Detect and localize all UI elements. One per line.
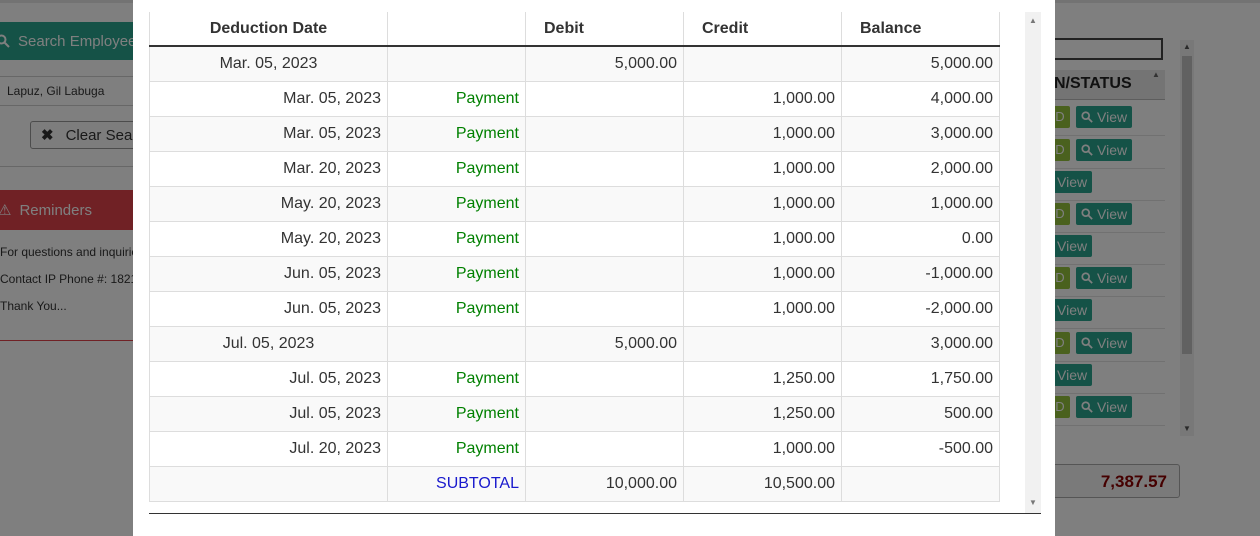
- column-header: Balance: [841, 12, 1000, 47]
- type-cell: [387, 45, 526, 82]
- deduction-date-cell: Jul. 20, 2023: [149, 430, 388, 467]
- table-row: Mar. 20, 2023 Payment 1,000.00 2,000.00: [149, 150, 1000, 187]
- column-header: Deduction Date: [149, 12, 388, 47]
- table-row: Mar. 05, 2023 Payment 1,000.00 3,000.00: [149, 115, 1000, 152]
- debit-cell: [525, 395, 684, 432]
- debit-cell: [525, 290, 684, 327]
- credit-cell: 1,000.00: [683, 150, 842, 187]
- balance-cell: -500.00: [841, 430, 1000, 467]
- credit-cell: 1,000.00: [683, 80, 842, 117]
- deduction-date-cell: Mar. 05, 2023: [149, 115, 388, 152]
- balance-cell: 3,000.00: [841, 115, 1000, 152]
- table-row: Jul. 05, 2023 Payment 1,250.00 1,750.00: [149, 360, 1000, 397]
- type-cell: Payment: [387, 185, 526, 222]
- empty-cell: [149, 465, 388, 502]
- debit-cell: 5,000.00: [525, 325, 684, 362]
- column-header: Debit: [525, 12, 684, 47]
- balance-cell: 2,000.00: [841, 150, 1000, 187]
- debit-cell: 5,000.00: [525, 45, 684, 82]
- empty-cell: [841, 465, 1000, 502]
- table-row: Jul. 05, 2023 5,000.00 3,000.00: [149, 325, 1000, 362]
- deduction-date-cell: Jul. 05, 2023: [149, 395, 388, 432]
- credit-cell: 1,000.00: [683, 255, 842, 292]
- subtotal-label: SUBTOTAL: [387, 465, 526, 502]
- balance-cell: 1,750.00: [841, 360, 1000, 397]
- debit-cell: [525, 80, 684, 117]
- type-cell: [387, 325, 526, 362]
- modal-scrollbar[interactable]: ▲ ▼: [1025, 12, 1041, 513]
- credit-cell: 1,000.00: [683, 290, 842, 327]
- type-cell: Payment: [387, 255, 526, 292]
- type-cell: Payment: [387, 80, 526, 117]
- credit-cell: 1,000.00: [683, 115, 842, 152]
- balance-cell: -1,000.00: [841, 255, 1000, 292]
- balance-cell: 3,000.00: [841, 325, 1000, 362]
- balance-cell: -2,000.00: [841, 290, 1000, 327]
- balance-cell: 1,000.00: [841, 185, 1000, 222]
- debit-cell: [525, 255, 684, 292]
- credit-cell: [683, 45, 842, 82]
- subtotal-row: SUBTOTAL 10,000.00 10,500.00: [149, 465, 1000, 502]
- debit-cell: [525, 185, 684, 222]
- deduction-date-cell: Mar. 05, 2023: [149, 45, 388, 82]
- table-row: Mar. 05, 2023 5,000.00 5,000.00: [149, 45, 1000, 82]
- type-cell: Payment: [387, 290, 526, 327]
- debit-cell: [525, 150, 684, 187]
- credit-cell: 1,000.00: [683, 185, 842, 222]
- table-row: Jul. 20, 2023 Payment 1,000.00 -500.00: [149, 430, 1000, 467]
- deduction-date-cell: Jul. 05, 2023: [149, 360, 388, 397]
- debit-cell: [525, 430, 684, 467]
- type-cell: Payment: [387, 360, 526, 397]
- scroll-down-icon[interactable]: ▼: [1025, 498, 1041, 507]
- balance-cell: 0.00: [841, 220, 1000, 257]
- type-cell: Payment: [387, 220, 526, 257]
- ledger-modal: Deduction Date Debit Credit Balance Mar.…: [133, 0, 1055, 536]
- subtotal-credit: 10,500.00: [683, 465, 842, 502]
- deduction-date-cell: May. 20, 2023: [149, 220, 388, 257]
- type-cell: Payment: [387, 395, 526, 432]
- deduction-date-cell: May. 20, 2023: [149, 185, 388, 222]
- balance-cell: 500.00: [841, 395, 1000, 432]
- table-header-row: Deduction Date Debit Credit Balance: [149, 12, 1000, 47]
- subtotal-debit: 10,000.00: [525, 465, 684, 502]
- deduction-date-cell: Jun. 05, 2023: [149, 255, 388, 292]
- column-header: Credit: [683, 12, 842, 47]
- credit-cell: 1,000.00: [683, 220, 842, 257]
- deduction-date-cell: Mar. 20, 2023: [149, 150, 388, 187]
- deduction-date-cell: Jul. 05, 2023: [149, 325, 388, 362]
- credit-cell: [683, 325, 842, 362]
- table-row: Jun. 05, 2023 Payment 1,000.00 -1,000.00: [149, 255, 1000, 292]
- debit-cell: [525, 360, 684, 397]
- deduction-date-cell: Jun. 05, 2023: [149, 290, 388, 327]
- table-row: May. 20, 2023 Payment 1,000.00 1,000.00: [149, 185, 1000, 222]
- ledger-table: Deduction Date Debit Credit Balance Mar.…: [149, 12, 1000, 502]
- type-cell: Payment: [387, 430, 526, 467]
- credit-cell: 1,250.00: [683, 395, 842, 432]
- ledger-table-container: Deduction Date Debit Credit Balance Mar.…: [149, 12, 1041, 514]
- debit-cell: [525, 220, 684, 257]
- deduction-date-cell: Mar. 05, 2023: [149, 80, 388, 117]
- column-header: [387, 12, 526, 47]
- type-cell: Payment: [387, 115, 526, 152]
- credit-cell: 1,000.00: [683, 430, 842, 467]
- table-row: Mar. 05, 2023 Payment 1,000.00 4,000.00: [149, 80, 1000, 117]
- balance-cell: 5,000.00: [841, 45, 1000, 82]
- type-cell: Payment: [387, 150, 526, 187]
- table-row: Jun. 05, 2023 Payment 1,000.00 -2,000.00: [149, 290, 1000, 327]
- credit-cell: 1,250.00: [683, 360, 842, 397]
- table-row: Jul. 05, 2023 Payment 1,250.00 500.00: [149, 395, 1000, 432]
- table-row: May. 20, 2023 Payment 1,000.00 0.00: [149, 220, 1000, 257]
- balance-cell: 4,000.00: [841, 80, 1000, 117]
- scroll-up-icon[interactable]: ▲: [1025, 16, 1041, 25]
- debit-cell: [525, 115, 684, 152]
